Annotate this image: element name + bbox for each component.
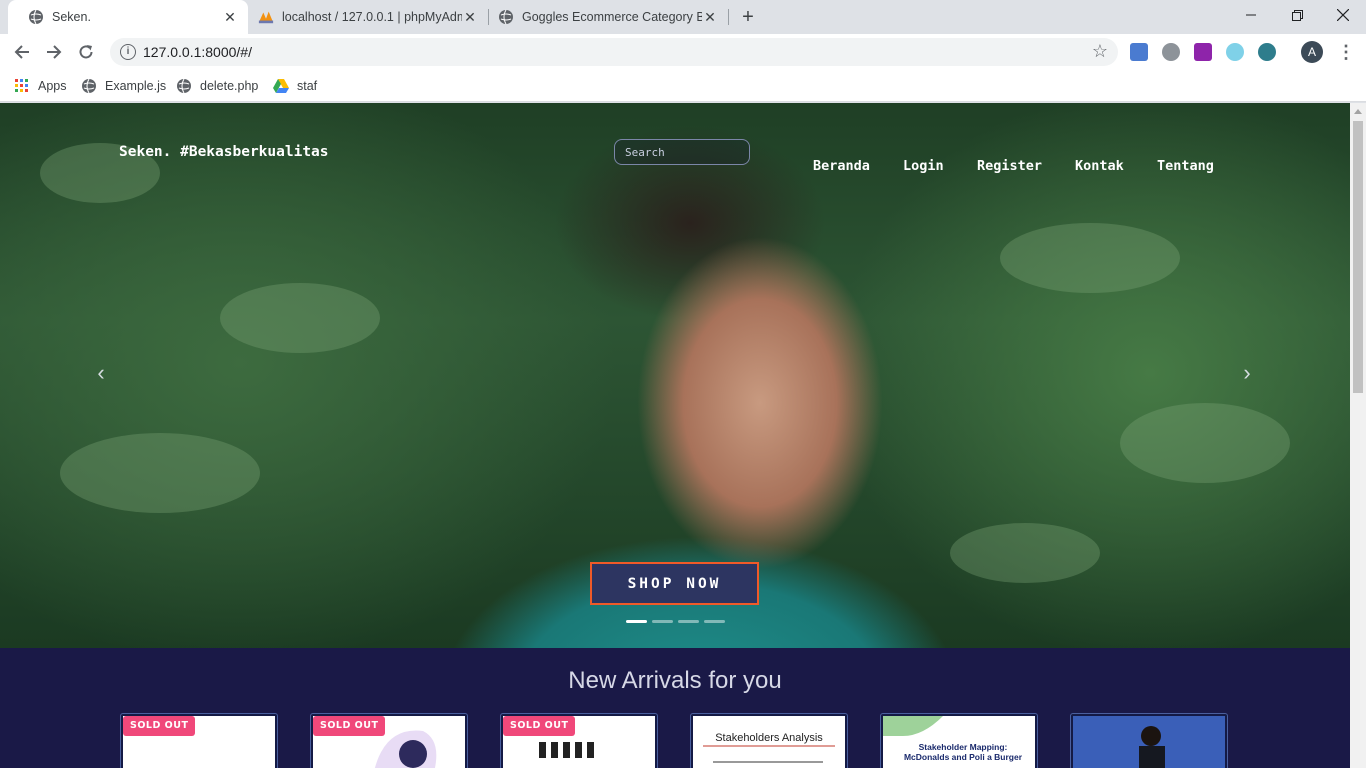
bookmark-label: Example.js [105,79,167,93]
chevron-right-icon[interactable]: › [1240,361,1254,385]
page-scrollbar[interactable] [1350,103,1366,768]
carousel-indicator-4[interactable] [704,620,725,623]
sold-out-badge: SOLD OUT [313,716,386,736]
carousel-indicator-1[interactable] [626,620,647,623]
globe-icon [498,9,514,25]
apps-grid-icon [14,78,30,94]
kebab-menu-icon[interactable]: ⋮ [1337,42,1355,62]
foliage-decor [1000,223,1180,293]
clock-extension-icon[interactable] [1226,43,1244,61]
foliage-decor [1120,403,1290,483]
main-nav: Beranda Login Register Kontak Tentang [0,158,1350,178]
tab-title: Seken. [52,10,91,24]
product-card-3[interactable]: SOLD OUT [500,713,658,768]
forward-arrow-icon[interactable] [42,40,66,64]
carousel-indicators [0,620,1350,624]
section-title: New Arrivals for you [568,667,782,694]
nav-kontak[interactable]: Kontak [1075,158,1124,174]
close-icon[interactable]: ✕ [222,9,238,25]
page-viewport: Seken. #Bekasberkualitas Beranda Login R… [0,103,1350,768]
tab-title: Goggles Ecommerce Category Bo [522,10,702,24]
profile-avatar[interactable]: A [1301,41,1323,63]
tab-phpmyadmin[interactable]: localhost / 127.0.0.1 | phpMyAdm ✕ [248,0,488,34]
shop-now-button[interactable]: SHOP NOW [590,562,759,605]
scrollbar-thumb[interactable] [1353,121,1363,393]
close-icon[interactable]: ✕ [702,9,718,25]
bookmark-label: delete.php [200,79,259,93]
bookmark-label: staf [297,79,318,93]
sold-out-badge: SOLD OUT [503,716,576,736]
product-card-2[interactable]: SOLD OUT [310,713,468,768]
url-text[interactable]: 127.0.0.1:8000/#/ [143,44,252,60]
foliage-decor [950,523,1100,583]
product-card-5[interactable]: Stakeholder Mapping: McDonalds and Poli … [880,713,1038,768]
bookmark-apps[interactable]: Apps [14,77,67,95]
reload-icon[interactable] [74,40,98,64]
bookmark-examplejs[interactable]: Example.js [81,77,166,95]
product-thumbnail: Stakeholders Analysis [693,716,845,768]
nav-login[interactable]: Login [903,158,944,174]
product-card-1[interactable]: SOLD OUT [120,713,278,768]
bookmark-deletephp[interactable]: delete.php [176,77,258,95]
sold-out-badge: SOLD OUT [123,716,196,736]
product-card-6[interactable] [1070,713,1228,768]
foliage-decor [60,433,260,513]
tab-seken[interactable]: Seken. ✕ [8,0,248,34]
close-window-icon[interactable] [1320,0,1366,30]
nav-tentang[interactable]: Tentang [1157,158,1214,174]
browser-toolbar: i 127.0.0.1:8000/#/ ☆ A ⋮ [0,34,1366,70]
carousel-indicator-2[interactable] [652,620,673,623]
tab-goggles[interactable]: Goggles Ecommerce Category Bo ✕ [488,0,728,34]
chat-extension-icon[interactable] [1162,43,1180,61]
close-icon[interactable]: ✕ [462,9,478,25]
new-arrivals-section: New Arrivals for you SOLD OUT SOLD OUT S… [0,648,1350,768]
phpmyadmin-icon [258,9,274,25]
thumbnail-caption: Stakeholder Mapping: McDonalds and Poli … [903,742,1023,762]
minimize-icon[interactable] [1228,0,1274,30]
tab-title: localhost / 127.0.0.1 | phpMyAdm [282,10,462,24]
globe-extension-icon[interactable] [1258,43,1276,61]
back-arrow-icon[interactable] [10,40,34,64]
carousel-indicator-3[interactable] [678,620,699,623]
globe-icon [28,9,44,25]
globe-icon [176,78,192,94]
product-thumbnail: Stakeholder Mapping: McDonalds and Poli … [883,716,1035,768]
tab-separator [728,9,729,25]
chevron-left-icon[interactable]: ‹ [94,361,108,385]
tab-strip: Seken. ✕ localhost / 127.0.0.1 | phpMyAd… [0,0,1366,34]
camera-extension-icon[interactable] [1130,43,1148,61]
bookmark-staf[interactable]: staf [273,77,317,95]
foliage-decor [220,283,380,353]
globe-icon [81,78,97,94]
rp-extension-icon[interactable] [1194,43,1212,61]
drive-icon [273,78,289,94]
address-bar[interactable]: i 127.0.0.1:8000/#/ ☆ [110,38,1118,66]
star-icon[interactable]: ☆ [1092,41,1108,62]
plus-icon[interactable]: + [738,7,758,27]
bookmark-label: Apps [38,79,67,93]
product-card-4[interactable]: Stakeholders Analysis [690,713,848,768]
product-thumbnail [1073,716,1225,768]
bookmarks-bar: Apps Example.js delete.php staf [0,70,1366,102]
nav-beranda[interactable]: Beranda [813,158,870,174]
scroll-up-arrow-icon[interactable] [1354,109,1362,114]
hero-carousel: Seken. #Bekasberkualitas Beranda Login R… [0,103,1350,648]
nav-register[interactable]: Register [977,158,1042,174]
info-icon[interactable]: i [120,44,136,60]
restore-icon[interactable] [1274,0,1320,30]
